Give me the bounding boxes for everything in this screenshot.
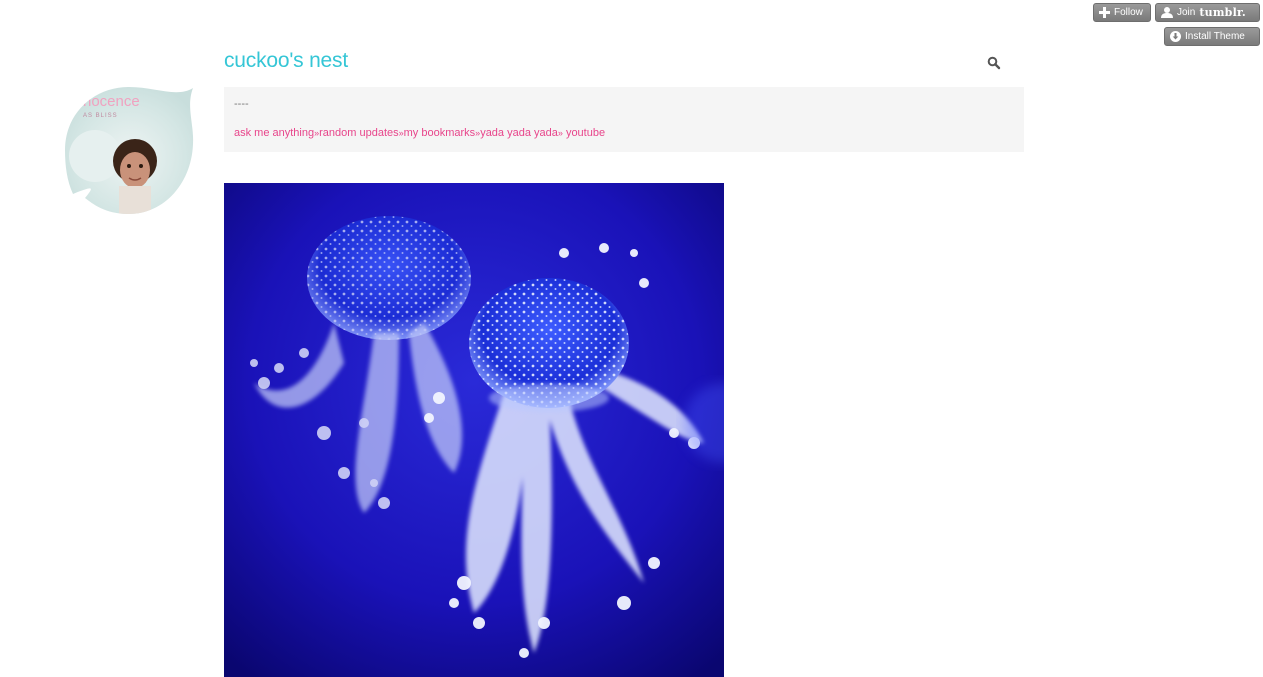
avatar-caption: nocence — [83, 93, 140, 110]
nav-yada-yada-yada[interactable]: yada yada yada — [480, 127, 558, 139]
post-photo[interactable] — [224, 183, 724, 677]
avatar-subcaption: AS BLISS — [83, 113, 118, 119]
avatar[interactable]: nocence AS BLISS — [65, 86, 195, 216]
follow-button[interactable]: Follow — [1093, 3, 1151, 22]
install-theme-button[interactable]: Install Theme — [1164, 27, 1260, 46]
description-text: ---- — [234, 98, 249, 110]
tumblr-brand: tumblr. — [1199, 6, 1246, 19]
nav-my-bookmarks[interactable]: my bookmarks — [404, 127, 476, 139]
avatar-image: nocence AS BLISS — [65, 87, 194, 214]
blog-title[interactable]: cuckoo's nest — [224, 49, 348, 73]
join-label: Join — [1177, 7, 1196, 18]
nav-random-updates[interactable]: random updates — [319, 127, 399, 139]
jellyfish-photo — [224, 183, 724, 677]
install-label: Install Theme — [1185, 31, 1245, 42]
plus-icon — [1099, 7, 1110, 18]
download-icon — [1170, 31, 1181, 42]
person-icon — [1161, 7, 1173, 18]
description-box: ---- ask me anything»random updates»my b… — [224, 87, 1024, 152]
join-tumblr-button[interactable]: Join tumblr. — [1155, 3, 1260, 22]
nav-ask-me-anything[interactable]: ask me anything — [234, 127, 314, 139]
nav-separator: » — [557, 128, 563, 138]
nav-links: ask me anything»random updates»my bookma… — [234, 127, 605, 139]
search-icon — [987, 56, 1001, 70]
search-button[interactable] — [987, 56, 1001, 70]
nav-youtube[interactable]: youtube — [566, 127, 605, 139]
follow-label: Follow — [1114, 7, 1143, 18]
